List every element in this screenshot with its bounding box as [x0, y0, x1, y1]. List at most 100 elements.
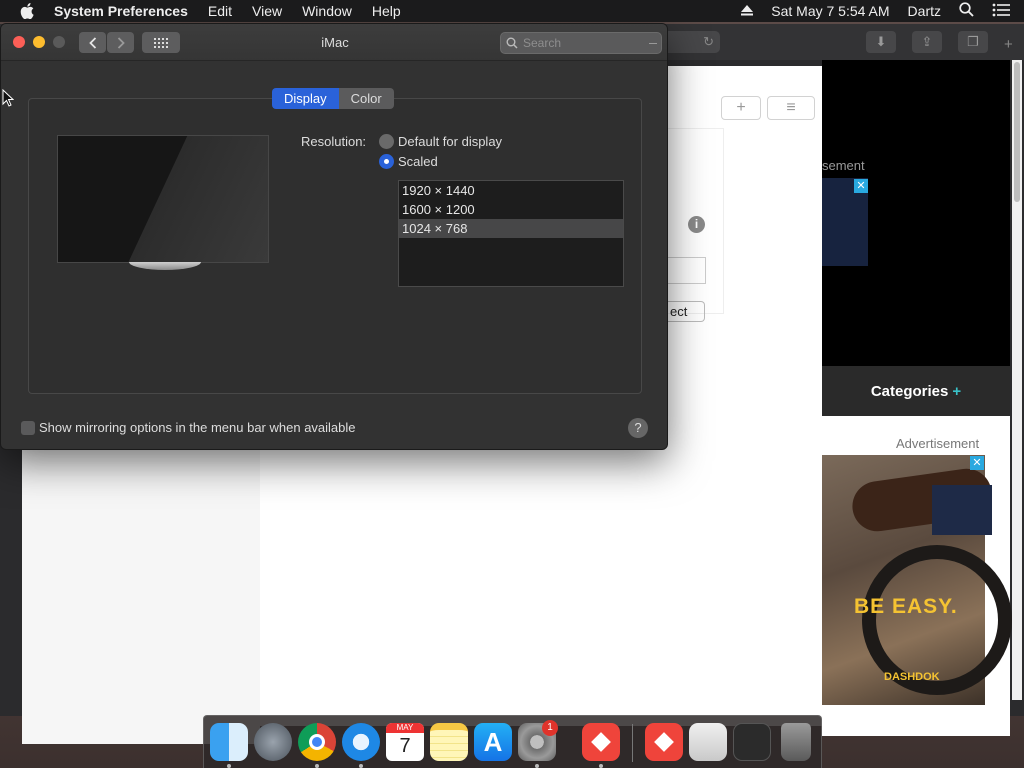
launchpad-icon[interactable] [254, 723, 292, 761]
connect-button[interactable]: ect [668, 301, 705, 322]
ad-slogan: BE EASY. [854, 595, 958, 618]
close-window-button[interactable] [13, 36, 25, 48]
info-icon[interactable]: i [688, 216, 705, 233]
resolution-option-1024x768[interactable]: 1024 × 768 [399, 219, 623, 238]
tabs-icon: ❐ [967, 34, 979, 49]
share-icon: ⇪ [921, 34, 933, 49]
notes-icon[interactable] [430, 723, 468, 761]
scrollbar-thumb[interactable] [1014, 62, 1020, 202]
system-preferences-badge: 1 [542, 720, 558, 736]
ad-close-icon-bottom[interactable]: ✕ [970, 456, 984, 470]
resolution-option-1920x1440[interactable]: 1920 × 1440 [399, 181, 623, 200]
categories-label: Categories [870, 382, 949, 400]
anydesk-diamond-graphic [591, 732, 611, 752]
radio-button-selected[interactable] [379, 154, 394, 169]
new-tab-button[interactable]: + [1004, 36, 1013, 53]
chrome-center-graphic [309, 734, 325, 750]
minimize-window-button[interactable] [33, 36, 45, 48]
running-indicator [599, 764, 603, 768]
spotlight-search-icon[interactable] [959, 2, 974, 20]
web-page-sidebar [22, 444, 260, 744]
mirroring-label: Show mirroring options in the menu bar w… [39, 420, 356, 435]
finder-icon[interactable] [210, 723, 248, 761]
anydesk-installer-icon[interactable] [645, 723, 683, 761]
radio-scaled[interactable]: Scaled [379, 154, 438, 169]
anydesk-diamond-graphic [654, 732, 674, 752]
safari-icon[interactable] [342, 723, 380, 761]
page-scrollbar[interactable] [1012, 60, 1022, 700]
user-menu[interactable]: Dartz [908, 3, 941, 19]
menu-bar: System Preferences Edit View Window Help… [0, 0, 1024, 22]
categories-plus-icon: + [952, 382, 962, 400]
categories-bar[interactable]: Categories + [822, 366, 1010, 416]
browser-url-bar[interactable]: ↻ [668, 31, 720, 53]
clock-text[interactable]: Sat May 7 5:54 AM [771, 3, 889, 19]
chevron-right-icon [117, 36, 125, 49]
show-all-button[interactable] [142, 32, 180, 53]
chevron-left-icon [88, 36, 96, 49]
download-icon: ⬇ [875, 34, 887, 49]
screenshot-icon[interactable] [733, 723, 771, 761]
text-field[interactable] [668, 257, 706, 284]
search-input[interactable] [523, 36, 643, 50]
anydesk-icon[interactable] [582, 723, 620, 761]
back-button[interactable] [79, 32, 106, 53]
radio-button[interactable] [379, 134, 394, 149]
dock: MAY 7 A 1 [203, 715, 822, 768]
mouse-cursor-icon [2, 89, 14, 107]
radio-default-label: Default for display [398, 134, 503, 149]
ad-close-icon[interactable]: ✕ [854, 179, 868, 193]
calendar-icon[interactable]: MAY 7 [386, 723, 424, 761]
advertisement-label: Advertisement [896, 436, 980, 451]
dock-separator [632, 724, 633, 762]
notification-center-icon[interactable] [992, 3, 1010, 20]
chrome-icon[interactable] [298, 723, 336, 761]
running-indicator [315, 764, 319, 768]
scaled-resolution-list[interactable]: 1920 × 1440 1600 × 1200 1024 × 768 [398, 180, 624, 287]
radio-default-for-display[interactable]: Default for display [379, 134, 502, 149]
forward-button[interactable] [107, 32, 134, 53]
menu-edit[interactable]: Edit [208, 3, 232, 19]
mirroring-checkbox[interactable] [21, 420, 35, 435]
search-icon [506, 37, 518, 49]
ad-brand: DASHDOK [884, 671, 940, 683]
window-titlebar[interactable]: iMac [1, 24, 667, 61]
calendar-day: 7 [399, 735, 411, 757]
menu-window[interactable]: Window [302, 3, 352, 19]
ad-image[interactable]: BE EASY. DASHDOK [822, 455, 1012, 705]
mirroring-option[interactable]: Show mirroring options in the menu bar w… [21, 420, 356, 435]
display-tab-bar: Display Color [272, 88, 394, 109]
apple-menu-icon[interactable] [20, 3, 38, 19]
monitor-preview-icon [57, 135, 269, 263]
tab-display[interactable]: Display [272, 88, 339, 109]
menu-view[interactable]: View [252, 3, 282, 19]
running-indicator [359, 764, 363, 768]
radio-scaled-label: Scaled [398, 154, 438, 169]
downloads-button[interactable]: ⬇ [866, 31, 896, 53]
zoom-window-button[interactable] [53, 36, 65, 48]
trash-icon[interactable] [781, 723, 811, 761]
preview-icon[interactable] [689, 723, 727, 761]
search-field[interactable] [500, 32, 662, 54]
share-button[interactable]: ⇪ [912, 31, 942, 53]
page-menu-button[interactable]: ≡ [767, 96, 815, 120]
display-preferences-window: iMac Display Color Resolution: Default f… [0, 23, 668, 450]
sleeve-graphic [932, 485, 992, 535]
clear-search-icon[interactable] [649, 43, 657, 44]
menu-app-name[interactable]: System Preferences [54, 3, 188, 19]
app-store-a-glyph: A [483, 727, 503, 757]
running-indicator [227, 764, 231, 768]
help-button[interactable]: ? [628, 418, 648, 438]
grid-icon [154, 37, 168, 48]
menu-help[interactable]: Help [372, 3, 401, 19]
page-add-button[interactable]: + [721, 96, 761, 120]
app-store-icon[interactable]: A [474, 723, 512, 761]
eject-icon[interactable] [741, 3, 754, 19]
reload-icon[interactable]: ↻ [703, 34, 714, 50]
advertisement-label-top: sement [822, 158, 865, 173]
tabs-overview-button[interactable]: ❐ [958, 31, 988, 53]
resolution-option-1600x1200[interactable]: 1600 × 1200 [399, 200, 623, 219]
calendar-month: MAY [386, 723, 424, 733]
tab-color[interactable]: Color [338, 88, 394, 109]
running-indicator [535, 764, 539, 768]
